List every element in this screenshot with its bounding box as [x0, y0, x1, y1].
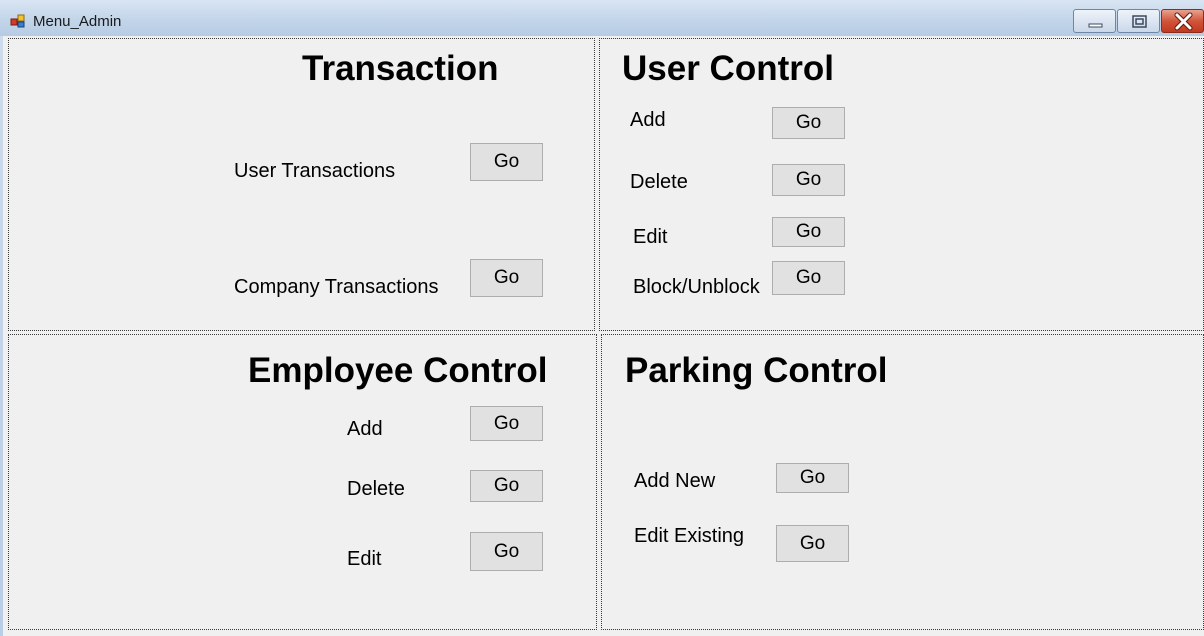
user-control-heading: User Control	[622, 49, 834, 88]
employee-add-label: Add	[347, 418, 383, 440]
user-edit-label: Edit	[633, 226, 668, 248]
parking-add-new-label: Add New	[634, 470, 716, 492]
minimize-button[interactable]	[1073, 9, 1116, 33]
close-button[interactable]	[1161, 9, 1204, 33]
transaction-panel: Transaction User Transactions Go Company…	[8, 38, 595, 331]
maximize-icon	[1132, 15, 1147, 28]
user-transactions-label: User Transactions	[234, 160, 396, 182]
parking-edit-existing-go-button[interactable]: Go	[776, 525, 849, 562]
user-block-unblock-go-button[interactable]: Go	[772, 261, 845, 295]
user-edit-go-button[interactable]: Go	[772, 217, 845, 247]
maximize-button[interactable]	[1117, 9, 1160, 33]
app-window: Menu_Admin Transaction User Transactions…	[0, 0, 1204, 636]
parking-control-heading: Parking Control	[625, 351, 888, 390]
parking-control-panel: Parking Control Add New Go Edit Existing…	[601, 334, 1204, 630]
transaction-heading: Transaction	[302, 49, 499, 88]
window-title: Menu_Admin	[33, 13, 122, 30]
employee-edit-label: Edit	[347, 548, 382, 570]
title-bar[interactable]: Menu_Admin	[0, 0, 1204, 36]
user-delete-go-button[interactable]: Go	[772, 164, 845, 196]
employee-add-go-button[interactable]: Go	[470, 406, 543, 441]
parking-add-new-go-button[interactable]: Go	[776, 463, 849, 493]
user-add-label: Add	[630, 109, 666, 131]
company-transactions-label: Company Transactions	[234, 276, 439, 298]
minimize-icon	[1088, 23, 1103, 28]
company-transactions-go-button[interactable]: Go	[470, 259, 543, 297]
close-icon	[1174, 12, 1193, 31]
user-transactions-go-button[interactable]: Go	[470, 143, 543, 181]
client-area: Transaction User Transactions Go Company…	[3, 36, 1204, 636]
parking-edit-existing-label: Edit Existing	[634, 525, 745, 547]
employee-control-panel: Employee Control Add Go Delete Go Edit G…	[8, 334, 597, 630]
employee-control-heading: Employee Control	[248, 351, 548, 390]
employee-delete-label: Delete	[347, 478, 405, 500]
user-control-panel: User Control Add Go Delete Go Edit Go Bl…	[599, 38, 1204, 331]
user-block-unblock-label: Block/Unblock	[633, 276, 760, 298]
employee-edit-go-button[interactable]: Go	[470, 532, 543, 571]
employee-delete-go-button[interactable]: Go	[470, 470, 543, 502]
user-delete-label: Delete	[630, 171, 688, 193]
app-icon	[10, 14, 25, 28]
user-add-go-button[interactable]: Go	[772, 107, 845, 139]
